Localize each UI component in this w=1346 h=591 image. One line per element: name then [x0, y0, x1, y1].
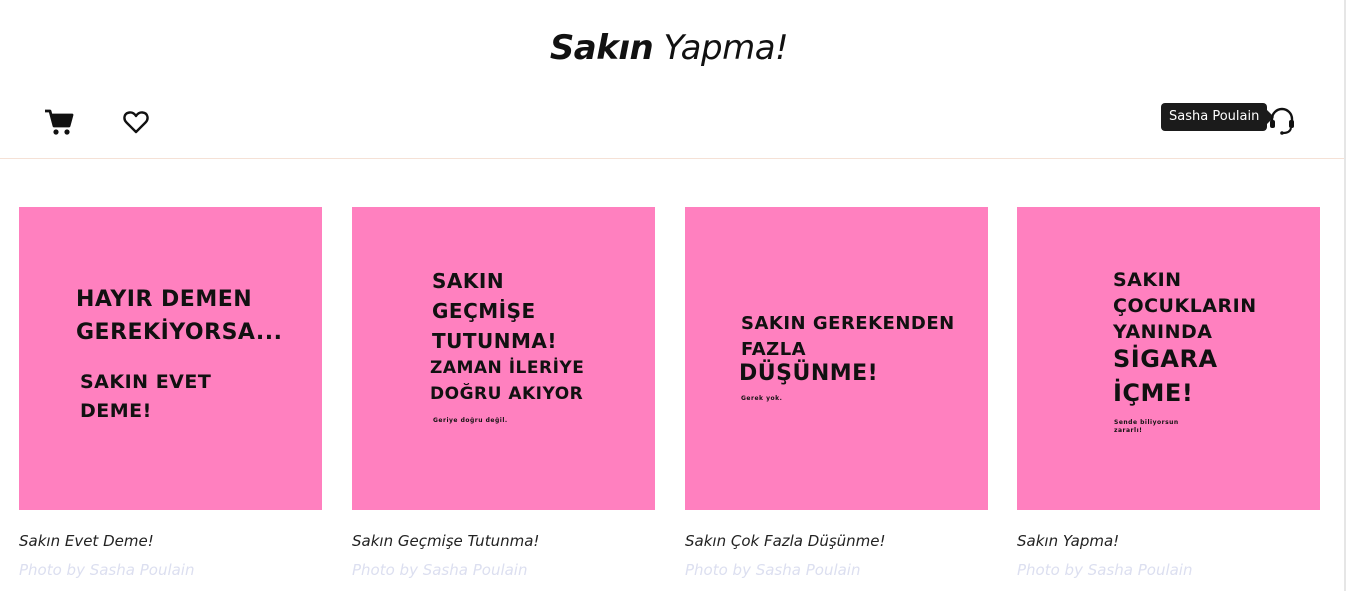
image-text: SAKIN	[432, 269, 505, 293]
cart-icon[interactable]	[44, 108, 74, 136]
card-credit: Photo by Sasha Poulain	[1017, 561, 1193, 579]
product-image[interactable]: SAKIN ÇOCUKLARIN YANINDA SİGARA İÇME! Se…	[1017, 207, 1320, 510]
card-title[interactable]: Sakın Geçmişe Tutunma!	[352, 532, 655, 550]
image-text: ZAMAN İLERİYE	[430, 358, 585, 378]
product-card[interactable]: SAKIN ÇOCUKLARIN YANINDA SİGARA İÇME! Se…	[1017, 207, 1320, 579]
image-text: Sende biliyorsun	[1114, 419, 1179, 426]
headset-icon[interactable]	[1268, 106, 1296, 136]
image-text: DEME!	[80, 400, 152, 422]
product-card[interactable]: SAKIN GEÇMİŞE TUTUNMA! ZAMAN İLERİYE DOĞ…	[352, 207, 655, 579]
card-title[interactable]: Sakın Yapma!	[1017, 532, 1320, 550]
image-text: SİGARA	[1113, 345, 1218, 373]
image-text: DOĞRU AKIYOR	[430, 384, 584, 404]
user-tooltip: Sasha Poulain	[1161, 103, 1275, 131]
image-text: HAYIR DEMEN	[76, 287, 253, 312]
image-text: FAZLA	[741, 339, 807, 360]
card-credit: Photo by Sasha Poulain	[19, 561, 195, 579]
site-title-bold: Sakın	[549, 28, 654, 68]
image-text: ÇOCUKLARIN	[1113, 295, 1257, 317]
card-credit: Photo by Sasha Poulain	[685, 561, 861, 579]
image-text: Geriye doğru değil.	[433, 417, 508, 424]
product-image[interactable]: SAKIN GEREKENDEN FAZLA DÜŞÜNME! Gerek yo…	[685, 207, 988, 510]
image-text: GEÇMİŞE	[432, 299, 536, 323]
header-divider	[0, 158, 1344, 159]
product-card[interactable]: HAYIR DEMEN GEREKİYORSA... SAKIN EVET DE…	[19, 207, 322, 579]
site-title[interactable]: Sakın Yapma!	[0, 28, 1338, 68]
card-title[interactable]: Sakın Evet Deme!	[19, 532, 322, 550]
heart-icon[interactable]	[122, 108, 150, 136]
product-image[interactable]: HAYIR DEMEN GEREKİYORSA... SAKIN EVET DE…	[19, 207, 322, 510]
image-text: SAKIN EVET	[80, 371, 212, 393]
image-text: YANINDA	[1113, 321, 1213, 343]
image-text: GEREKİYORSA...	[76, 320, 283, 345]
image-text: SAKIN GEREKENDEN	[741, 313, 955, 334]
image-text: SAKIN	[1113, 269, 1182, 291]
image-text: DÜŞÜNME!	[739, 361, 879, 386]
image-text: Gerek yok.	[741, 395, 783, 402]
image-text: zararlı!	[1114, 427, 1143, 434]
product-card[interactable]: SAKIN GEREKENDEN FAZLA DÜŞÜNME! Gerek yo…	[685, 207, 988, 579]
card-credit: Photo by Sasha Poulain	[352, 561, 528, 579]
card-title[interactable]: Sakın Çok Fazla Düşünme!	[685, 532, 988, 550]
image-text: İÇME!	[1113, 379, 1194, 407]
image-text: TUTUNMA!	[432, 329, 558, 353]
product-image[interactable]: SAKIN GEÇMİŞE TUTUNMA! ZAMAN İLERİYE DOĞ…	[352, 207, 655, 510]
site-title-light: Yapma!	[663, 28, 789, 68]
